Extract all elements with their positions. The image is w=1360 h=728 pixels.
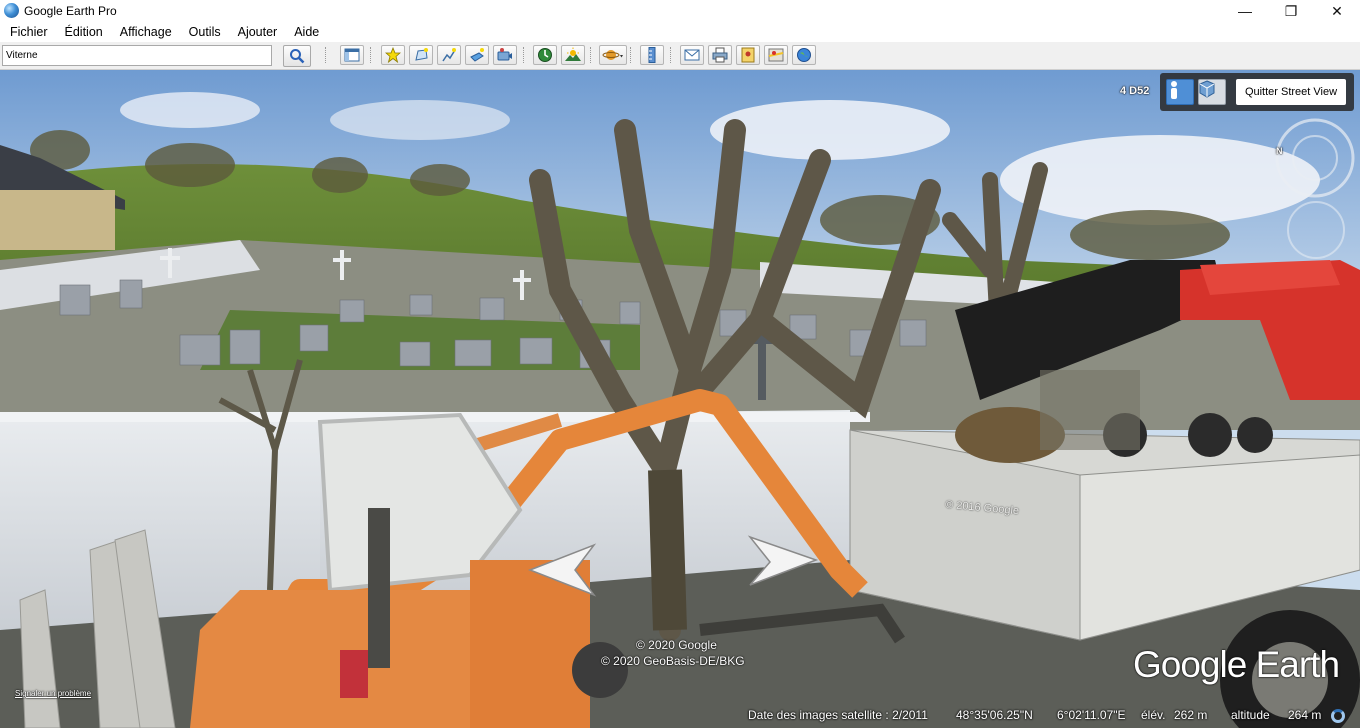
planets-icon	[602, 50, 623, 60]
placemark-button[interactable]	[381, 45, 405, 65]
photo-cube-button[interactable]	[1198, 79, 1226, 105]
toolbar-separator	[325, 47, 327, 63]
copyright-geobasis: © 2020 GeoBasis-DE/BKG	[601, 654, 745, 668]
menu-fichier[interactable]: Fichier	[0, 25, 56, 39]
menu-outils[interactable]: Outils	[180, 25, 229, 39]
toolbar-separator	[590, 47, 592, 63]
copyright-google: © 2020 Google	[636, 638, 717, 652]
sunlight-icon	[565, 47, 581, 61]
elevation-value: 262 m	[1174, 708, 1208, 722]
historical-imagery-button[interactable]	[533, 45, 557, 65]
cube-icon	[1199, 80, 1215, 98]
ruler-icon	[648, 47, 656, 63]
save-image-icon	[741, 47, 755, 63]
print-button[interactable]	[708, 45, 732, 65]
placemark-icon	[385, 47, 401, 63]
earth-button[interactable]	[792, 45, 816, 65]
path-button[interactable]	[437, 45, 461, 65]
menu-bar: Fichier Édition Affichage Outils Ajouter…	[0, 22, 1360, 42]
earth-icon	[797, 48, 811, 62]
latitude-readout: 48°35'06.25"N	[956, 708, 1033, 722]
maximize-button[interactable]: ❐	[1268, 0, 1314, 22]
menu-ajouter[interactable]: Ajouter	[229, 25, 286, 39]
street-view-panorama	[0, 70, 1360, 728]
toolbar-separator	[670, 47, 672, 63]
close-icon: ✕	[1331, 2, 1343, 19]
save-image-button[interactable]	[736, 45, 760, 65]
print-icon	[712, 47, 728, 63]
sidebar-toggle-icon	[344, 48, 360, 62]
report-problem-link[interactable]: Signaler un problème	[15, 689, 91, 698]
toolbar-separator	[630, 47, 632, 63]
streaming-progress-icon	[1331, 709, 1345, 723]
maximize-icon: ❐	[1284, 2, 1298, 19]
email-icon	[684, 49, 700, 61]
record-tour-button[interactable]	[493, 45, 517, 65]
toolbar-separator	[370, 47, 372, 63]
email-button[interactable]	[680, 45, 704, 65]
minimize-icon: —	[1238, 3, 1252, 19]
exit-street-view-button[interactable]: Quitter Street View	[1236, 79, 1346, 105]
minimize-button[interactable]: —	[1222, 0, 1268, 22]
compass-north-label: N	[1276, 146, 1283, 156]
search-icon	[290, 49, 305, 64]
toolbar	[0, 42, 1360, 70]
record-tour-icon	[497, 48, 512, 61]
google-maps-button[interactable]	[764, 45, 788, 65]
polygon-icon	[415, 48, 428, 61]
altitude-label: altitude	[1231, 708, 1270, 722]
planets-button[interactable]	[599, 45, 627, 65]
close-button[interactable]: ✕	[1314, 0, 1360, 22]
polygon-button[interactable]	[409, 45, 433, 65]
window-title: Google Earth Pro	[24, 4, 117, 18]
elevation-label: élév.	[1141, 708, 1166, 722]
sidebar-toggle-button[interactable]	[340, 45, 364, 65]
altitude-value: 264 m	[1288, 708, 1322, 722]
street-view-controls: Quitter Street View	[1160, 73, 1354, 111]
historical-imagery-icon	[538, 48, 552, 62]
search-input[interactable]	[2, 45, 272, 66]
person-icon	[1171, 81, 1177, 99]
search-button[interactable]	[283, 45, 311, 67]
menu-aide[interactable]: Aide	[285, 25, 327, 39]
google-maps-icon	[768, 48, 784, 62]
sunlight-button[interactable]	[561, 45, 585, 65]
street-view-scene[interactable]: 4 D52 N Quitter Street View © 2016 Googl…	[0, 70, 1360, 728]
road-label: 4 D52	[1120, 85, 1150, 97]
title-bar: Google Earth Pro — ❐ ✕	[0, 0, 1360, 22]
menu-affichage[interactable]: Affichage	[111, 25, 180, 39]
path-icon	[442, 48, 456, 62]
ruler-button[interactable]	[640, 45, 664, 65]
imagery-date: Date des images satellite : 2/2011	[748, 708, 928, 722]
longitude-readout: 6°02'11.07"E	[1057, 708, 1126, 722]
image-overlay-button[interactable]	[465, 45, 489, 65]
google-earth-logo: Google Earth	[1133, 644, 1340, 685]
google-earth-app-icon	[4, 3, 19, 18]
toolbar-separator	[523, 47, 525, 63]
menu-edition[interactable]: Édition	[56, 25, 111, 39]
ground-level-button[interactable]	[1166, 79, 1194, 105]
image-overlay-icon	[470, 48, 484, 62]
